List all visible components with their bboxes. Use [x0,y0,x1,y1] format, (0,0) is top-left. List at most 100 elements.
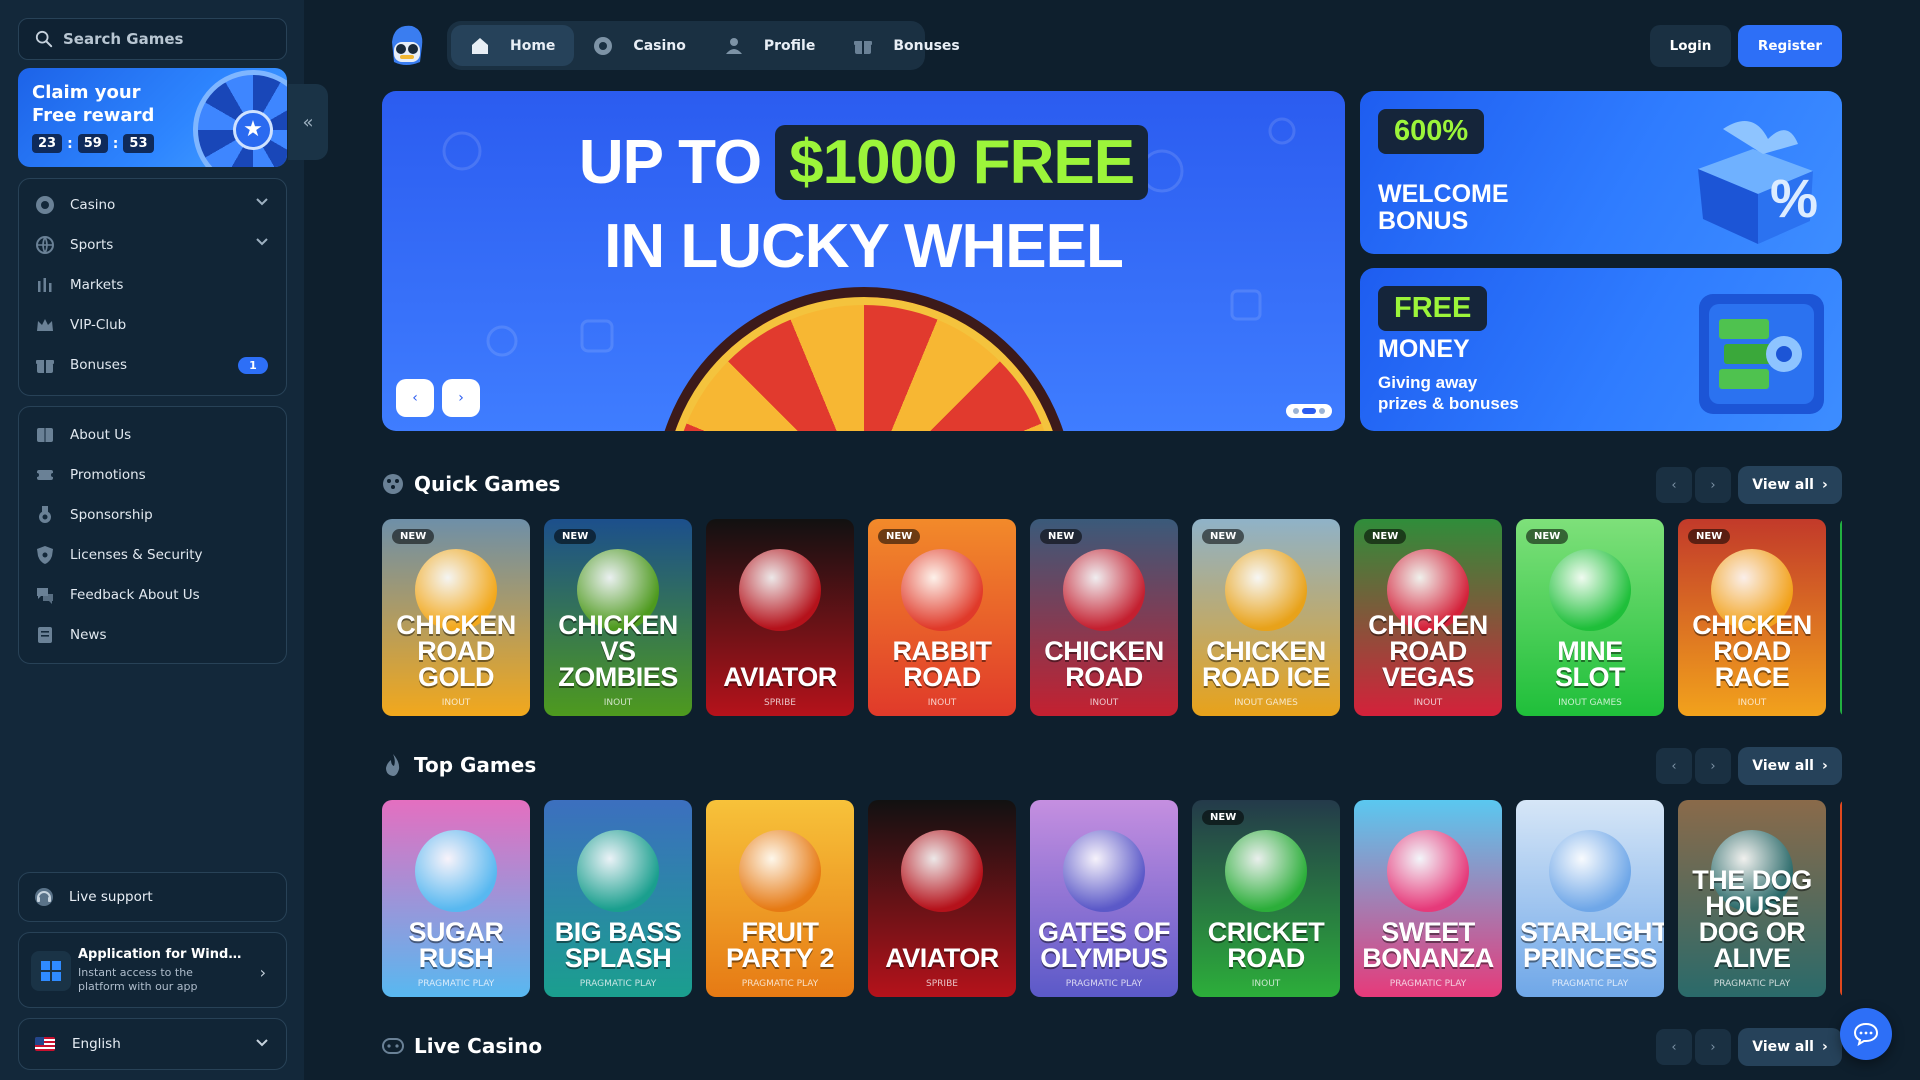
sidebar-item-sponsorship[interactable]: Sponsorship [19,495,286,535]
game-card[interactable]: Big Bass Splash PRAGMATIC PLAY [544,800,692,997]
site-logo[interactable] [384,22,428,68]
game-card[interactable]: Fruit Party 2 PRAGMATIC PLAY [706,800,854,997]
windows-app-promo[interactable]: Application for Windows Instant access t… [18,932,287,1008]
game-card[interactable]: Sweet Bonanza PRAGMATIC PLAY [1354,800,1502,997]
sidebar-item-licenses-security[interactable]: Licenses & Security [19,535,286,575]
live-casino-header: Live Casino [382,1034,542,1058]
collapse-sidebar-button[interactable]: « [288,84,328,160]
chevron-right-icon: › [1821,477,1828,493]
game-card[interactable]: Starlight Princess PRAGMATIC PLAY [1516,800,1664,997]
quick-games-prev[interactable]: ‹ [1656,467,1692,503]
tab-home[interactable]: Home [451,25,575,66]
claim-title: Claim your Free reward [32,82,155,126]
game-card[interactable]: NEW Rabbit Road INOUT [868,519,1016,716]
next-game-card-edge[interactable] [1840,800,1842,997]
sidebar-item-label: News [70,627,107,643]
live-support-button[interactable]: Live support [18,872,287,922]
carousel-dot[interactable] [1293,408,1299,414]
hero-banner[interactable]: UP TO $1000 FREE IN LUCKY WHEEL ‹ › [382,91,1345,431]
gift-icon [35,355,55,375]
timer-minutes: 59 [77,134,108,153]
quick-games-next[interactable]: › [1695,467,1731,503]
game-provider: PRAGMATIC PLAY [1551,979,1629,989]
top-games-row: Sugar Rush PRAGMATIC PLAY Big Bass Splash P… [382,800,1842,997]
top-games-prev[interactable]: ‹ [1656,748,1692,784]
tab-bonuses[interactable]: Bonuses [834,25,978,66]
hero-prev-button[interactable]: ‹ [396,379,434,417]
promo-subtext: Giving away prizes & bonuses [1378,373,1519,413]
newspaper-icon [35,625,55,645]
game-card[interactable]: Sugar Rush PRAGMATIC PLAY [382,800,530,997]
chevron-down-icon [256,238,268,246]
promo-tag: FREE [1378,286,1488,331]
casino-chip-icon [35,195,55,215]
sidebar-item-about-us[interactable]: About Us [19,415,286,455]
game-card[interactable]: Aviator SPRIBE [868,800,1016,997]
search-input[interactable] [63,30,263,48]
top-games-view-all[interactable]: View all › [1738,747,1842,785]
game-card[interactable]: NEW Chicken Road Race INOUT [1678,519,1826,716]
sidebar-item-vip-club[interactable]: VIP-Club [19,305,286,345]
sidebar-item-casino[interactable]: Casino [19,185,286,225]
chevron-right-icon: › [1821,758,1828,774]
game-card[interactable]: NEW Chicken Road Vegas INOUT [1354,519,1502,716]
chevron-right-icon: › [1710,1039,1716,1055]
game-title: Big Bass Splash [554,917,682,973]
sidebar-item-label: Promotions [70,467,146,483]
game-title: Mine Slot [1555,636,1626,692]
language-selector[interactable]: English [18,1018,287,1070]
search-box[interactable] [18,18,287,60]
game-mascot-image [739,549,821,631]
game-mascot-image [1549,549,1631,631]
game-title: Chicken Road Vegas [1368,610,1488,692]
game-card[interactable]: NEW Chicken Road Ice INOUT GAMES [1192,519,1340,716]
chevron-down-icon [256,1039,268,1047]
game-card[interactable]: Gates of Olympus PRAGMATIC PLAY [1030,800,1178,997]
chevron-left-icon: ‹ [1671,1039,1677,1055]
game-card[interactable]: NEW Chicken Road Gold INOUT [382,519,530,716]
game-card[interactable]: NEW Mine Slot INOUT GAMES [1516,519,1664,716]
top-games-next[interactable]: › [1695,748,1731,784]
game-title: Chicken vs Zombies [558,610,678,692]
game-card[interactable]: NEW Chicken Road INOUT [1030,519,1178,716]
welcome-bonus-promo[interactable]: 600% WELCOME BONUS % [1360,91,1842,254]
language-label: English [72,1036,121,1052]
sidebar-item-sports[interactable]: Sports [19,225,286,265]
claim-reward-banner[interactable]: Claim your Free reward 23 : 59 : 53 ★ [18,68,287,167]
sidebar-item-news[interactable]: News [19,615,286,655]
game-card[interactable]: Aviator SPRIBE [706,519,854,716]
login-button[interactable]: Login [1650,25,1731,67]
book-icon [35,425,55,445]
register-button[interactable]: Register [1738,25,1842,67]
next-game-card-edge[interactable] [1840,519,1842,716]
free-money-promo[interactable]: FREE MONEY Giving away prizes & bonuses [1360,268,1842,431]
live-casino-prev[interactable]: ‹ [1656,1029,1692,1065]
chevron-right-icon: › [259,963,266,982]
sidebar-item-feedback-about-us[interactable]: Feedback About Us [19,575,286,615]
carousel-dot[interactable] [1319,408,1325,414]
tab-profile[interactable]: Profile [705,25,834,66]
safe-money-icon [1699,294,1824,414]
timer-separator: : [67,135,73,152]
game-card[interactable]: NEW Chicken vs Zombies INOUT [544,519,692,716]
game-title: Cricket Road [1207,917,1325,973]
game-provider: INOUT [603,698,633,708]
live-casino-view-all[interactable]: View all › [1738,1028,1842,1066]
chat-button[interactable] [1840,1008,1892,1060]
new-badge: NEW [392,529,435,544]
crown-icon [35,315,55,335]
sidebar-item-promotions[interactable]: Promotions [19,455,286,495]
carousel-dot-active[interactable] [1302,408,1316,414]
game-provider: INOUT [1251,979,1281,989]
game-card[interactable]: The Dog House Dog or Alive PRAGMATIC PLAY [1678,800,1826,997]
sidebar-item-label: Licenses & Security [70,547,203,563]
sidebar-item-bonuses[interactable]: Bonuses 1 [19,345,286,385]
game-card[interactable]: NEW Cricket Road INOUT [1192,800,1340,997]
sidebar-item-markets[interactable]: Markets [19,265,286,305]
tab-casino[interactable]: Casino [574,25,704,66]
live-casino-next[interactable]: › [1695,1029,1731,1065]
quick-games-view-all[interactable]: View all › [1738,466,1842,504]
hero-next-button[interactable]: › [442,379,480,417]
sidebar-item-label: Feedback About Us [70,587,200,603]
sidebar-item-label: Markets [70,277,124,293]
